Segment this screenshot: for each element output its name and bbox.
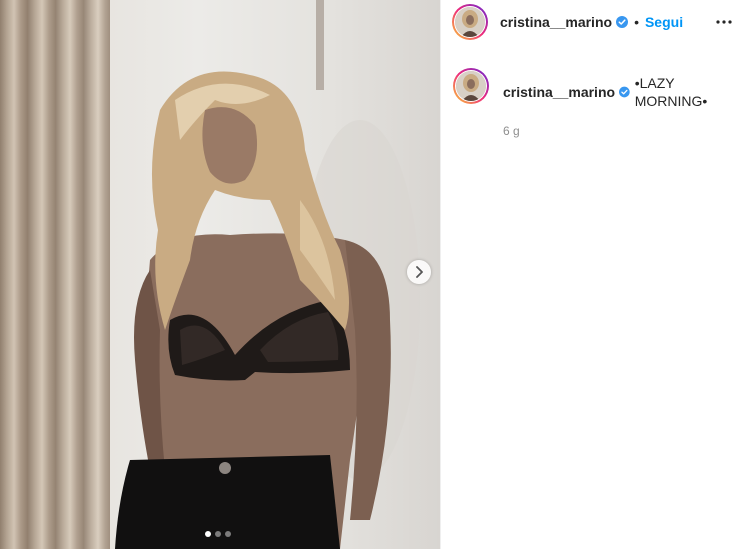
panel-divider	[440, 0, 441, 549]
avatar[interactable]	[452, 4, 488, 40]
post-media[interactable]	[0, 0, 440, 549]
follow-button[interactable]: Segui	[645, 14, 683, 30]
more-options-icon	[716, 20, 732, 24]
carousel-dot	[215, 531, 221, 537]
carousel-indicator	[205, 531, 231, 537]
chevron-right-icon	[416, 266, 423, 278]
verified-badge-icon	[616, 16, 629, 28]
caption-avatar-image	[456, 71, 486, 101]
caption-body: cristina__marino •LAZY MORNING• 6 g	[503, 68, 738, 138]
verified-badge-icon	[619, 86, 630, 98]
follow-separator: •	[634, 14, 639, 30]
post-timestamp[interactable]: 6 g	[503, 124, 738, 138]
next-slide-button[interactable]	[407, 260, 431, 284]
caption-text: •LAZY MORNING•	[634, 75, 708, 109]
caption-username[interactable]: cristina__marino	[503, 83, 615, 101]
caption-avatar[interactable]	[453, 68, 489, 104]
avatar-image	[455, 7, 485, 37]
caption-avatar-photo	[456, 71, 486, 101]
carousel-dot	[225, 531, 231, 537]
header-username[interactable]: cristina__marino	[500, 14, 612, 30]
post-photo	[115, 0, 420, 549]
carousel-dot	[205, 531, 211, 537]
caption-line: cristina__marino •LAZY MORNING•	[503, 74, 738, 110]
more-options-button[interactable]	[714, 12, 734, 32]
caption-comment: cristina__marino •LAZY MORNING• 6 g	[453, 68, 738, 138]
avatar-photo	[455, 7, 485, 37]
post-header: cristina__marino • Segui	[441, 0, 750, 44]
